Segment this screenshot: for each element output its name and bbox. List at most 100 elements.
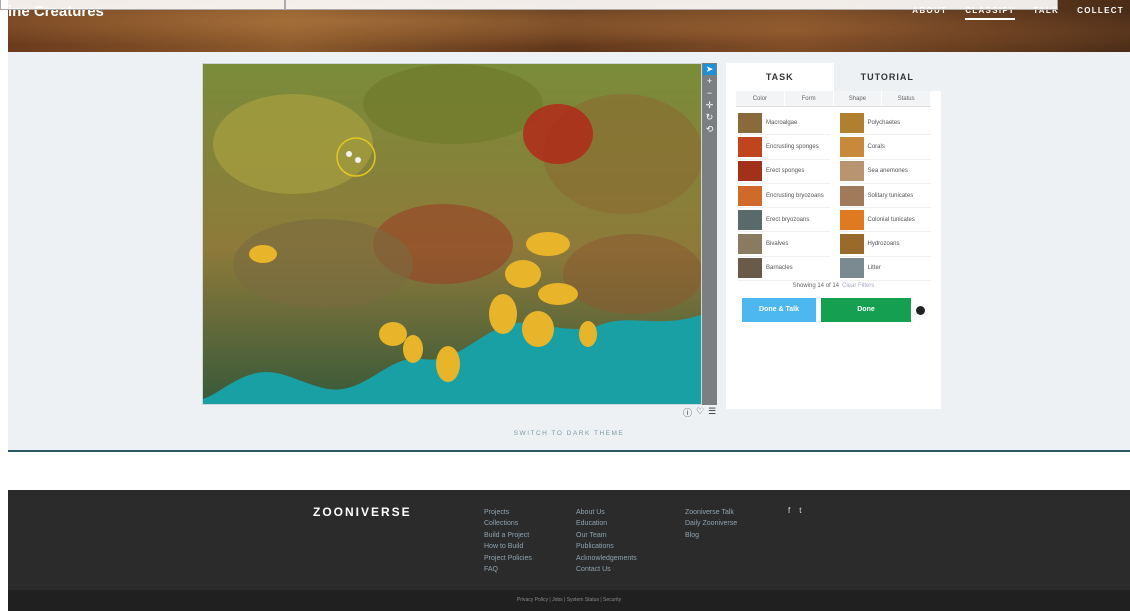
- project-header: ine Creatures ABOUT CLASSIFY TALK COLLEC…: [8, 0, 1130, 52]
- choice-thumbnail: [738, 112, 762, 133]
- filter-color[interactable]: Color: [736, 91, 785, 106]
- choice-label: Erect sponges: [766, 168, 805, 175]
- footer-link[interactable]: FAQ: [484, 564, 532, 575]
- choice-thumbnail: [839, 258, 864, 279]
- choice-item[interactable]: Colonial tunicates: [839, 208, 931, 233]
- filter-form[interactable]: Form: [784, 91, 834, 106]
- choice-item[interactable]: Encrusting sponges: [738, 135, 830, 160]
- choice-item[interactable]: Corals: [839, 135, 931, 160]
- choice-item[interactable]: Hydrozoans: [839, 232, 931, 257]
- list-icon[interactable]: ☰: [708, 406, 716, 419]
- reset-icon[interactable]: ⟲: [703, 124, 716, 135]
- nav-about[interactable]: ABOUT: [912, 6, 947, 20]
- nav-talk[interactable]: TALK: [1033, 6, 1059, 20]
- info-icon[interactable]: ⓘ: [683, 406, 692, 419]
- zoom-in-icon[interactable]: +: [703, 76, 716, 87]
- choice-label: Colonial tunicates: [867, 216, 915, 223]
- zoom-out-icon[interactable]: −: [703, 88, 716, 99]
- choice-thumbnail: [738, 209, 762, 230]
- footer-link[interactable]: Our Team: [576, 530, 637, 541]
- twitter-icon[interactable]: t: [799, 506, 801, 515]
- facebook-icon[interactable]: f: [788, 506, 790, 515]
- settings-icon[interactable]: [917, 306, 924, 314]
- rotate-icon[interactable]: ↻: [703, 112, 716, 123]
- choice-item[interactable]: Erect bryozoans: [738, 208, 830, 233]
- social-links: f t: [788, 506, 801, 515]
- footer: ZOONIVERSE Projects Collections Build a Pr…: [8, 490, 1130, 611]
- switch-dark-theme-link[interactable]: SWITCH TO DARK THEME: [8, 430, 1130, 437]
- footer-link[interactable]: Zooniverse Talk: [685, 507, 737, 518]
- choice-item[interactable]: Polychaetes: [839, 111, 931, 136]
- task-tabs: TASK TUTORIAL: [726, 63, 941, 91]
- choice-thumbnail: [738, 161, 762, 182]
- choice-thumbnail: [839, 209, 864, 230]
- choice-item[interactable]: Solitary tunicates: [839, 184, 931, 209]
- project-nav: ABOUT CLASSIFY TALK COLLECT: [912, 6, 1124, 20]
- clear-filters-link[interactable]: Clear Filters: [842, 283, 874, 289]
- choice-grid: Macroalgae Polychaetes Encrusting sponges C…: [738, 111, 931, 282]
- nav-collect[interactable]: COLLECT: [1077, 6, 1124, 20]
- subject-meta-icons: ⓘ ♡ ☰: [683, 406, 716, 419]
- zooniverse-logo[interactable]: ZOONIVERSE: [313, 505, 412, 519]
- done-button[interactable]: Done: [821, 298, 911, 322]
- footer-link[interactable]: Collections: [484, 518, 532, 529]
- task-actions: Done & Talk Done: [742, 298, 924, 322]
- choice-item[interactable]: Litter: [839, 257, 931, 282]
- subject-image-canvas: [203, 64, 701, 404]
- choice-thumbnail: [839, 136, 864, 157]
- done-and-talk-button[interactable]: Done & Talk: [742, 298, 816, 322]
- showing-text: Showing 14 of 14: [792, 283, 840, 290]
- showing-count: Showing 14 of 14 Clear Filters: [726, 283, 941, 289]
- filter-shape[interactable]: Shape: [833, 91, 883, 106]
- choice-thumbnail: [738, 234, 762, 255]
- choice-thumbnail: [738, 258, 762, 279]
- choice-label: Litter: [867, 265, 881, 272]
- choice-thumbnail: [839, 161, 864, 182]
- choice-label: Solitary tunicates: [867, 192, 914, 199]
- task-panel: TASK TUTORIAL Color Form Shape Status Ma…: [726, 63, 941, 409]
- footer-link[interactable]: Blog: [685, 530, 737, 541]
- footer-link[interactable]: Education: [576, 518, 637, 529]
- pan-icon[interactable]: ✛: [703, 100, 716, 111]
- choice-label: Encrusting sponges: [766, 143, 819, 150]
- footer-link[interactable]: Build a Project: [484, 530, 532, 541]
- legal-links[interactable]: Privacy Policy | Jobs | System Status | …: [8, 597, 1130, 603]
- pointer-icon[interactable]: ➤: [703, 64, 716, 75]
- heart-icon[interactable]: ♡: [696, 406, 704, 419]
- footer-col-1: Projects Collections Build a Project How to…: [484, 507, 532, 575]
- project-title[interactable]: ine Creatures: [8, 3, 104, 20]
- choice-item[interactable]: Macroalgae: [738, 111, 830, 136]
- tab-task[interactable]: TASK: [726, 63, 834, 91]
- choice-item[interactable]: Erect sponges: [738, 160, 830, 184]
- filter-bar: Color Form Shape Status: [736, 91, 931, 107]
- choice-thumbnail: [839, 234, 864, 255]
- choice-thumbnail: [738, 136, 762, 157]
- choice-item[interactable]: Bivalves: [738, 232, 830, 257]
- footer-bottom-bar: Privacy Policy | Jobs | System Status | …: [8, 590, 1130, 611]
- footer-link[interactable]: Project Policies: [484, 553, 532, 564]
- choice-thumbnail: [839, 112, 864, 133]
- footer-col-2: About Us Education Our Team Publications Ack…: [576, 507, 637, 575]
- subject-toolbar: ➤ + − ✛ ↻ ⟲: [702, 63, 717, 405]
- footer-link[interactable]: Acknowledgements: [576, 553, 637, 564]
- subject-image[interactable]: [202, 63, 702, 405]
- choice-label: Hydrozoans: [867, 241, 900, 248]
- choice-label: Macroalgae: [766, 119, 798, 126]
- page: ine Creatures ABOUT CLASSIFY TALK COLLEC…: [0, 0, 1130, 611]
- choice-item[interactable]: Sea anemones: [839, 160, 931, 184]
- footer-link[interactable]: Daily Zooniverse: [685, 518, 737, 529]
- nav-classify[interactable]: CLASSIFY: [965, 6, 1016, 20]
- footer-col-3: Zooniverse Talk Daily Zooniverse Blog: [685, 507, 737, 541]
- footer-link[interactable]: Contact Us: [576, 564, 637, 575]
- choice-item[interactable]: Barnacles: [738, 257, 830, 282]
- footer-link[interactable]: How to Build: [484, 541, 532, 552]
- tab-tutorial[interactable]: TUTORIAL: [833, 63, 941, 91]
- choice-label: Erect bryozoans: [766, 216, 810, 223]
- choice-thumbnail: [738, 185, 762, 206]
- choice-label: Polychaetes: [867, 119, 901, 126]
- choice-item[interactable]: Encrusting bryozoans: [738, 184, 830, 209]
- filter-status[interactable]: Status: [882, 91, 931, 106]
- footer-link[interactable]: About Us: [576, 507, 637, 518]
- footer-link[interactable]: Publications: [576, 541, 637, 552]
- footer-link[interactable]: Projects: [484, 507, 532, 518]
